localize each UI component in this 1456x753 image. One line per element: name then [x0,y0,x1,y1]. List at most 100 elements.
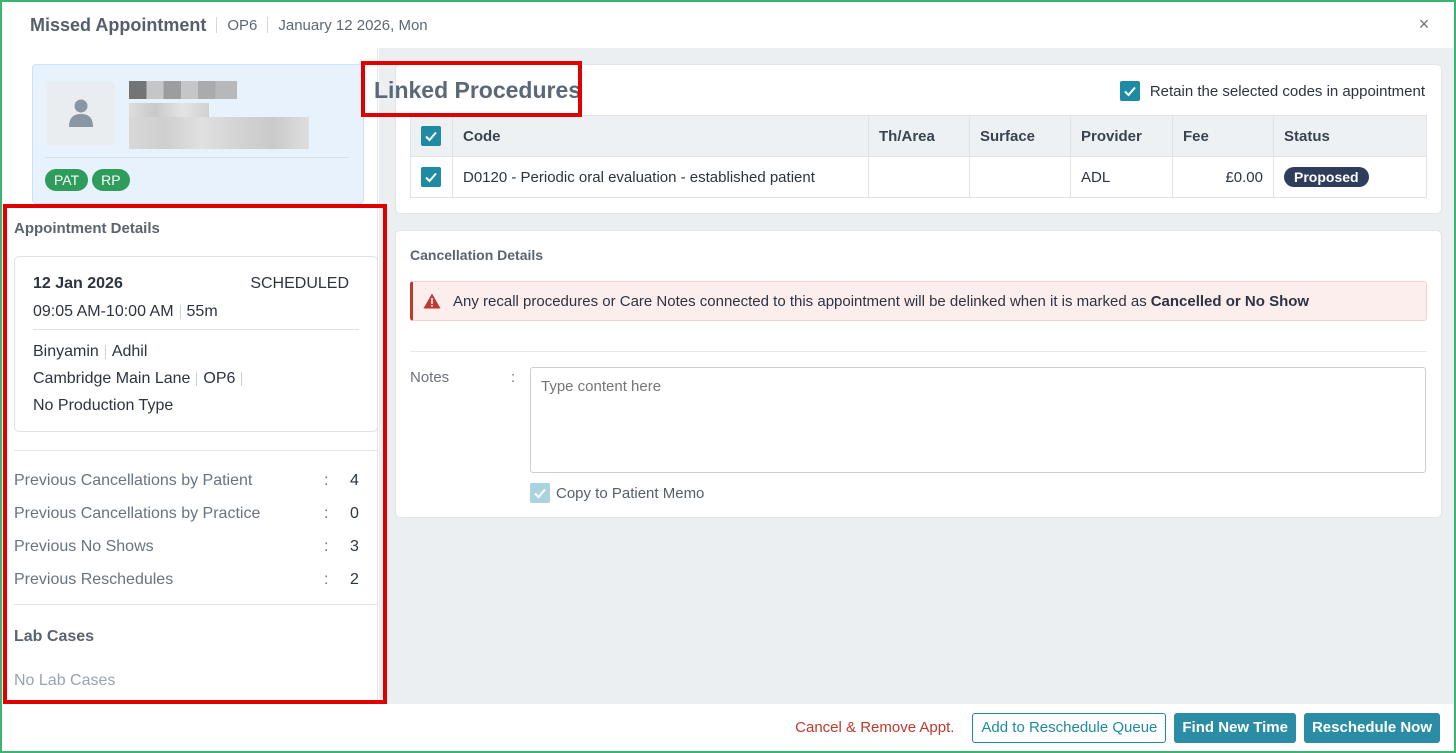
procedure-code: D0120 - Periodic oral evaluation - estab… [452,156,869,198]
stat-label: Previous Cancellations by Practice [14,504,261,522]
cancellation-details-title: Cancellation Details [410,247,544,263]
modal-footer: Cancel & Remove Appt. Add to Reschedule … [2,704,1454,751]
find-new-time-button[interactable]: Find New Time [1174,712,1296,743]
retain-codes-checkbox[interactable] [1119,81,1140,101]
row-checkbox[interactable] [421,166,441,187]
patient-info-redacted [129,117,309,149]
check-icon [425,172,437,182]
stat-value: 3 [350,537,359,555]
avatar [47,81,115,145]
stat-row: Previous Reschedules : 2 [14,563,366,596]
alert-bold-text: Cancelled or No Show [1150,292,1310,310]
header-date: January 12 2026, Mon [278,16,428,34]
procedure-th-area [868,156,970,198]
status-badge: Proposed [1284,166,1369,187]
divider [45,157,349,158]
left-panel: PAT RP Appointment Details 12 Jan 2026 S… [2,48,378,704]
check-icon [534,488,546,499]
stat-colon: : [324,537,329,555]
alert-text: Any recall procedures or Care Notes conn… [453,292,1147,310]
header-divider [216,17,218,33]
stat-label: Previous No Shows [14,537,154,555]
divider [410,351,1427,352]
column-header-surface: Surface [969,115,1071,157]
stat-value: 0 [350,504,359,522]
patient-card[interactable]: PAT RP [32,64,364,204]
retain-codes-option[interactable]: Retain the selected codes in appointment [1119,81,1425,101]
badge-pat: PAT [45,169,89,191]
check-icon [1124,86,1136,97]
badge-rp: RP [92,169,130,191]
provider-name: Binyamin [33,343,99,360]
column-header-fee: Fee [1172,115,1274,157]
stat-colon: : [324,471,329,489]
modal-header: Missed Appointment OP6 January 12 2026, … [18,2,1452,48]
modal-title: Missed Appointment [30,14,207,35]
reschedule-now-button[interactable]: Reschedule Now [1303,712,1440,743]
lab-cases-heading: Lab Cases [14,628,95,645]
cancel-remove-button[interactable]: Cancel & Remove Appt. [795,719,954,736]
room-name: OP6 [203,370,236,387]
column-header-status: Status [1273,115,1427,157]
add-to-reschedule-queue-button[interactable]: Add to Reschedule Queue [972,712,1167,743]
stat-colon: : [324,504,329,522]
appointment-summary-card: 12 Jan 2026 SCHEDULED 09:05 AM-10:00 AM … [14,256,378,432]
stat-value: 2 [350,570,359,588]
person-icon [69,99,93,127]
divider [14,450,378,451]
location-name: Cambridge Main Lane [33,370,191,387]
table-header-row: Code Th/Area Surface Provider Fee Status [410,115,1427,157]
divider [33,329,359,330]
notes-colon: : [511,369,516,386]
stat-row: Previous Cancellations by Patient : 4 [14,464,366,497]
stat-value: 4 [350,471,359,489]
divider [179,305,181,319]
notes-label: Notes [410,369,450,386]
procedure-surface [969,156,1071,198]
right-panel: Linked Procedures Retain the selected co… [374,48,1454,704]
divider [104,344,106,359]
copy-to-memo-label: Copy to Patient Memo [556,484,705,502]
production-type: No Production Type [33,397,174,414]
stat-colon: : [324,570,329,588]
procedure-fee: £0.00 [1172,156,1274,198]
divider [14,604,378,605]
select-all-cell[interactable] [410,115,453,157]
procedure-provider: ADL [1070,156,1173,198]
delink-warning-alert: Any recall procedures or Care Notes conn… [410,281,1427,321]
table-row: D0120 - Periodic oral evaluation - estab… [410,156,1427,198]
patient-info-redacted [129,103,209,117]
row-select-cell[interactable] [410,156,453,198]
appointment-stats: Previous Cancellations by Patient : 4 Pr… [14,464,366,596]
appointment-time: 09:05 AM-10:00 AM [33,303,174,320]
appointment-status: SCHEDULED [250,275,349,292]
column-header-th-area: Th/Area [868,115,970,157]
stat-row: Previous No Shows : 3 [14,530,366,563]
retain-codes-label: Retain the selected codes in appointment [1149,82,1425,100]
stat-row: Previous Cancellations by Practice : 0 [14,497,366,530]
procedure-status-cell: Proposed [1273,156,1427,198]
copy-to-memo-option[interactable]: Copy to Patient Memo [530,483,704,503]
select-all-checkbox[interactable] [421,125,441,146]
appointment-details-heading: Appointment Details [14,220,160,237]
lab-cases-empty: No Lab Cases [14,672,116,689]
appointment-duration: 55m [186,303,218,320]
appointment-date: 12 Jan 2026 [33,275,123,292]
warning-icon [423,293,441,309]
column-header-provider: Provider [1070,115,1173,157]
patient-badges: PAT RP [45,169,130,191]
stat-label: Previous Reschedules [14,570,174,588]
patient-name-redacted [129,81,237,99]
copy-to-memo-checkbox[interactable] [530,483,550,503]
check-icon [425,131,437,141]
close-icon[interactable]: × [1414,14,1434,35]
header-operatory: OP6 [227,16,258,34]
divider [196,371,198,386]
stat-label: Previous Cancellations by Patient [14,471,253,489]
provider-name: Adhil [111,343,148,360]
cancellation-details-card: Cancellation Details Any recall procedur… [395,230,1442,518]
procedures-table: Code Th/Area Surface Provider Fee Status… [410,115,1427,198]
divider [241,371,243,386]
linked-procedures-card: Linked Procedures Retain the selected co… [374,64,1442,214]
notes-textarea[interactable] [530,367,1426,473]
